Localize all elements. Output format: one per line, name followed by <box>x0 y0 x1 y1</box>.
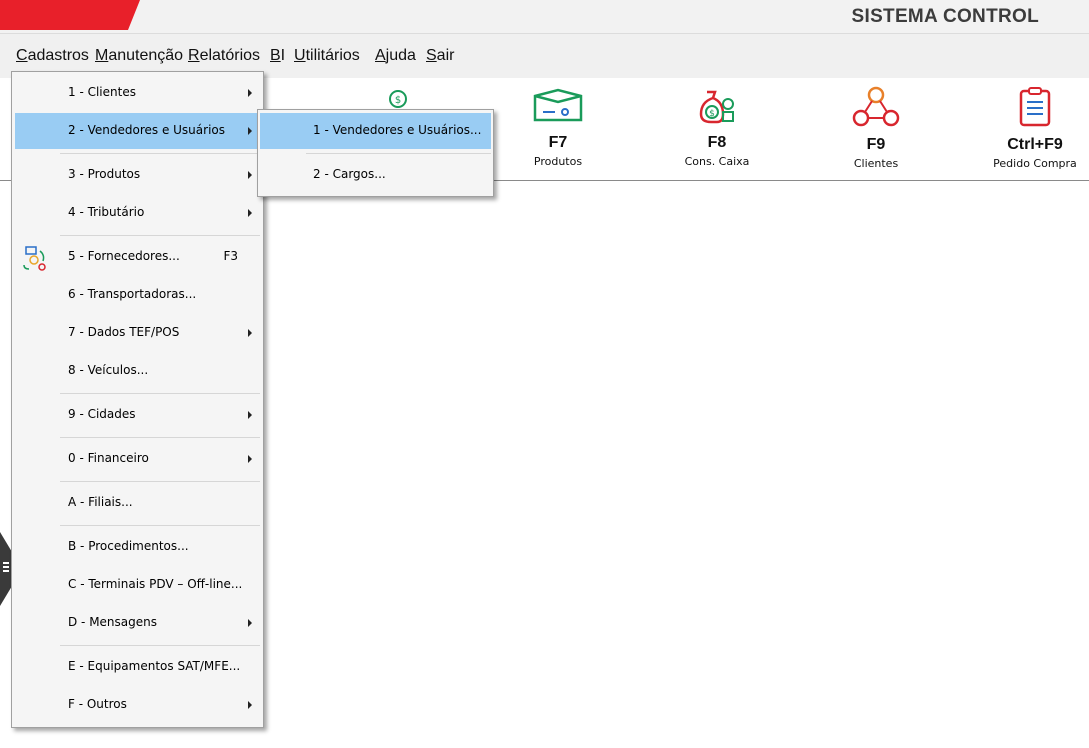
submenu-arrow-icon <box>248 89 252 97</box>
menu-item-cidades[interactable]: 9 - Cidades <box>15 397 260 433</box>
submenu-arrow-icon <box>248 455 252 463</box>
submenu-arrow-icon <box>248 171 252 179</box>
submenu-item-vendedores-usuarios[interactable]: 1 - Vendedores e Usuários... <box>260 113 491 149</box>
menu-ajuda[interactable]: Ajuda <box>375 47 416 65</box>
toolbar-label: Produtos <box>533 155 583 168</box>
menu-separator <box>60 393 260 394</box>
menu-relatorios[interactable]: Relatórios <box>188 47 260 65</box>
menu-separator <box>60 153 260 154</box>
clipboard-icon <box>1019 87 1051 127</box>
toolbar-pedido-compra-button[interactable]: Ctrl+F9 Pedido Compra <box>980 86 1089 170</box>
menu-item-outros[interactable]: F - Outros <box>15 687 260 723</box>
box-icon <box>533 88 583 122</box>
cadastros-dropdown: 1 - Clientes 2 - Vendedores e Usuários 3… <box>11 71 264 728</box>
submenu-item-cargos[interactable]: 2 - Cargos... <box>260 157 491 193</box>
menu-item-financeiro[interactable]: 0 - Financeiro <box>15 441 260 477</box>
menu-bi[interactable]: BI <box>270 47 285 65</box>
menu-item-procedimentos[interactable]: B - Procedimentos... <box>15 529 260 565</box>
menu-separator <box>60 481 260 482</box>
toolbar-key: Ctrl+F9 <box>1007 136 1063 153</box>
submenu-arrow-icon <box>248 127 252 135</box>
menu-utilitarios[interactable]: Utilitários <box>294 47 360 65</box>
supplier-icon <box>21 245 47 274</box>
svg-text:$: $ <box>395 95 401 106</box>
app-title: SISTEMA CONTROL <box>851 6 1039 27</box>
menu-cadastros[interactable]: Cadastros <box>16 47 89 65</box>
menu-item-tributario[interactable]: 4 - Tributário <box>15 195 260 231</box>
toolbar-cons-caixa-button[interactable]: $ F8 Cons. Caixa <box>662 86 772 168</box>
submenu-arrow-icon <box>248 329 252 337</box>
shortcut-label: F3 <box>223 249 238 263</box>
title-bar: SISTEMA CONTROL <box>0 0 1089 34</box>
people-network-icon <box>852 86 900 127</box>
menu-manutencao[interactable]: Manutenção <box>95 47 183 65</box>
submenu-arrow-icon <box>248 701 252 709</box>
menu-item-fornecedores[interactable]: 5 - Fornecedores... F3 <box>15 239 260 275</box>
brand-accent <box>0 0 140 30</box>
toolbar-label: Cons. Caixa <box>684 155 750 168</box>
menu-separator <box>60 437 260 438</box>
menu-item-produtos[interactable]: 3 - Produtos <box>15 157 260 193</box>
menu-item-clientes[interactable]: 1 - Clientes <box>15 75 260 111</box>
menu-item-veiculos[interactable]: 8 - Veículos... <box>15 353 260 389</box>
menu-separator <box>60 235 260 236</box>
toolbar-clientes-button[interactable]: F9 Clientes <box>821 86 931 170</box>
toolbar-key: F8 <box>707 134 727 151</box>
submenu-arrow-icon <box>248 411 252 419</box>
money-bag-icon: $ <box>699 90 734 124</box>
menu-item-dados-tef-pos[interactable]: 7 - Dados TEF/POS <box>15 315 260 351</box>
menu-sair[interactable]: Sair <box>426 47 454 65</box>
toolbar-label: Clientes <box>853 157 899 170</box>
vendedores-submenu: 1 - Vendedores e Usuários... 2 - Cargos.… <box>257 109 494 197</box>
menu-separator <box>60 525 260 526</box>
svg-text:$: $ <box>709 109 715 119</box>
menu-item-equipamentos-sat-mfe[interactable]: E - Equipamentos SAT/MFE... <box>15 649 260 685</box>
toolbar-key: F7 <box>548 134 568 151</box>
toolbar-key: F9 <box>866 136 886 153</box>
menu-item-transportadoras[interactable]: 6 - Transportadoras... <box>15 277 260 313</box>
menu-item-terminais-pdv[interactable]: C - Terminais PDV – Off-line... <box>15 567 260 603</box>
menu-item-filiais[interactable]: A - Filiais... <box>15 485 260 521</box>
toolbar-produtos-button[interactable]: F7 Produtos <box>503 86 613 168</box>
toolbar-label: Pedido Compra <box>993 157 1077 170</box>
submenu-arrow-icon <box>248 619 252 627</box>
menu-separator <box>306 153 491 154</box>
menu-item-mensagens[interactable]: D - Mensagens <box>15 605 260 641</box>
menu-item-vendedores-usuarios[interactable]: 2 - Vendedores e Usuários <box>15 113 260 149</box>
submenu-arrow-icon <box>248 209 252 217</box>
menu-separator <box>60 645 260 646</box>
